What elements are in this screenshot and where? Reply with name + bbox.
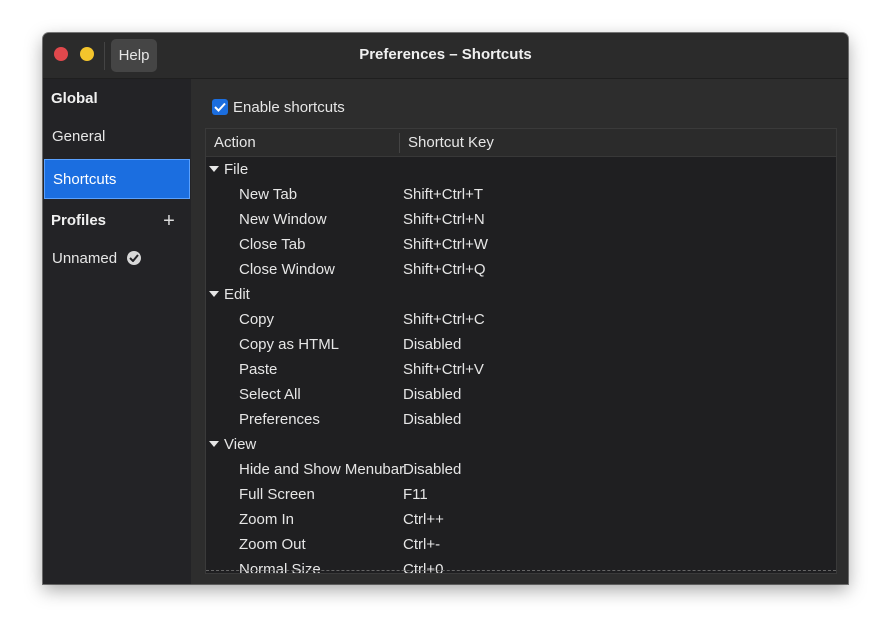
scroll-edge-indicator	[206, 570, 836, 571]
action-label: Close Tab	[239, 236, 306, 253]
shortcut-key[interactable]: Shift+Ctrl+C	[403, 307, 485, 332]
table-row[interactable]: Normal Size Ctrl+0	[206, 557, 836, 574]
minimize-button[interactable]	[80, 47, 94, 61]
table-row[interactable]: Hide and Show Menubar Disabled	[206, 457, 836, 482]
shortcut-key[interactable]: Disabled	[403, 457, 461, 482]
shortcut-key[interactable]: Shift+Ctrl+Q	[403, 257, 486, 282]
group-label: View	[224, 436, 257, 453]
table-row[interactable]: Zoom In Ctrl++	[206, 507, 836, 532]
expander-arrow-icon[interactable]	[209, 441, 219, 447]
action-label: Preferences	[239, 411, 320, 428]
group-row-file[interactable]: File	[206, 157, 836, 182]
table-row[interactable]: Select All Disabled	[206, 382, 836, 407]
table-row[interactable]: Preferences Disabled	[206, 407, 836, 432]
action-label: Normal Size	[239, 561, 321, 574]
action-label: Zoom Out	[239, 536, 306, 553]
column-separator[interactable]	[399, 133, 400, 153]
expander-arrow-icon[interactable]	[209, 291, 219, 297]
sidebar-heading-profiles: Profiles	[51, 212, 107, 229]
shortcut-key[interactable]: Shift+Ctrl+T	[403, 182, 483, 207]
sidebar-item-unnamed-profile[interactable]: Unnamed	[44, 239, 190, 279]
table-row[interactable]: Close Window Shift+Ctrl+Q	[206, 257, 836, 282]
action-label: Hide and Show Menubar	[239, 461, 405, 478]
group-label: File	[224, 161, 249, 178]
column-header-action[interactable]: Action	[214, 129, 256, 156]
enable-shortcuts-row[interactable]: Enable shortcuts	[212, 98, 345, 116]
action-label: Paste	[239, 361, 278, 378]
expander-arrow-icon[interactable]	[209, 166, 219, 172]
table-row[interactable]: Close Tab Shift+Ctrl+W	[206, 232, 836, 257]
action-label: Full Screen	[239, 486, 315, 503]
table-row[interactable]: New Tab Shift+Ctrl+T	[206, 182, 836, 207]
table-row[interactable]: Copy as HTML Disabled	[206, 332, 836, 357]
table-header: Action Shortcut Key	[206, 129, 836, 157]
group-row-view[interactable]: View	[206, 432, 836, 457]
enable-shortcuts-label: Enable shortcuts	[233, 98, 345, 116]
table-row[interactable]: Zoom Out Ctrl+-	[206, 532, 836, 557]
sidebar-item-general[interactable]: General	[44, 117, 190, 157]
window-title: Preferences – Shortcuts	[359, 46, 532, 63]
sidebar-item-label: General	[52, 128, 106, 145]
shortcut-key[interactable]: Shift+Ctrl+N	[403, 207, 485, 232]
shortcut-key[interactable]: Disabled	[403, 382, 461, 407]
shortcut-key[interactable]: Shift+Ctrl+V	[403, 357, 484, 382]
action-label: Select All	[239, 386, 301, 403]
shortcut-key[interactable]: F11	[403, 482, 428, 507]
action-label: New Tab	[239, 186, 298, 203]
shortcut-key[interactable]: Disabled	[403, 407, 461, 432]
titlebar-separator	[104, 42, 105, 70]
sidebar-item-shortcuts[interactable]: Shortcuts	[44, 159, 190, 199]
shortcut-key[interactable]: Ctrl++	[403, 507, 444, 532]
table-row[interactable]: Paste Shift+Ctrl+V	[206, 357, 836, 382]
default-profile-check-icon	[127, 251, 142, 266]
action-label: New Window	[239, 211, 327, 228]
table-row[interactable]: Full Screen F11	[206, 482, 836, 507]
sidebar-item-label: Shortcuts	[53, 171, 117, 188]
content-panel: Enable shortcuts Action Shortcut Key Fil…	[191, 79, 848, 584]
column-header-shortcut-key[interactable]: Shortcut Key	[408, 129, 494, 156]
help-button[interactable]: Help	[111, 39, 157, 72]
shortcut-key[interactable]: Ctrl+-	[403, 532, 440, 557]
action-label: Close Window	[239, 261, 335, 278]
action-label: Copy as HTML	[239, 336, 340, 353]
shortcuts-table[interactable]: Action Shortcut Key File New Tab Shift+C…	[205, 128, 837, 574]
action-label: Zoom In	[239, 511, 295, 528]
close-button[interactable]	[54, 47, 68, 61]
sidebar: Global General Shortcuts Profiles + Unna…	[43, 79, 191, 584]
shortcut-key[interactable]: Ctrl+0	[403, 557, 443, 573]
action-label: Copy	[239, 311, 275, 328]
preferences-window: Help Preferences – Shortcuts Global Gene…	[43, 33, 848, 584]
table-row[interactable]: New Window Shift+Ctrl+N	[206, 207, 836, 232]
shortcut-key[interactable]: Shift+Ctrl+W	[403, 232, 488, 257]
shortcut-key[interactable]: Disabled	[403, 332, 461, 357]
sidebar-item-label: Unnamed	[52, 250, 118, 267]
group-label: Edit	[224, 286, 250, 303]
enable-shortcuts-checkbox[interactable]	[212, 99, 228, 115]
group-row-edit[interactable]: Edit	[206, 282, 836, 307]
plus-icon[interactable]: +	[161, 211, 177, 231]
titlebar: Help Preferences – Shortcuts	[43, 33, 848, 79]
sidebar-heading-global: Global	[51, 90, 98, 107]
table-row[interactable]: Copy Shift+Ctrl+C	[206, 307, 836, 332]
